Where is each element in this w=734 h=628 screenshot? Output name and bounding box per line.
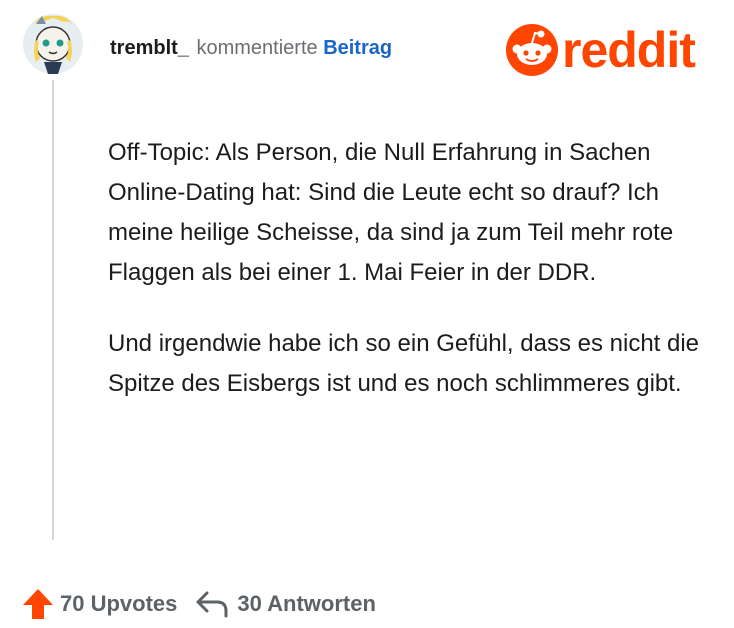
username[interactable]: tremblt_: [110, 37, 189, 59]
thread-line: [52, 80, 54, 540]
post-link[interactable]: Beitrag: [323, 37, 392, 59]
reddit-snoo-icon: [506, 24, 558, 76]
comment-body: Off-Topic: Als Person, die Null Erfahrun…: [108, 133, 708, 435]
avatar[interactable]: [22, 10, 84, 78]
reply-arrow-icon[interactable]: [195, 589, 229, 619]
reddit-logo: reddit: [506, 22, 696, 78]
comment-actions: 70 Upvotes 30 Antworten: [20, 586, 376, 622]
upvote-arrow-icon[interactable]: [20, 586, 56, 622]
comment-action-label: kommentierte: [196, 37, 318, 59]
reply-count[interactable]: 30 Antworten: [237, 591, 376, 617]
comment-paragraph: Off-Topic: Als Person, die Null Erfahrun…: [108, 139, 674, 286]
comment-header: tremblt_ kommentierte Beitrag: [110, 34, 392, 62]
upvote-count: 70 Upvotes: [60, 591, 178, 616]
comment-paragraph: Und irgendwie habe ich so ein Gefühl, da…: [108, 330, 700, 397]
reddit-wordmark: reddit: [562, 22, 696, 78]
